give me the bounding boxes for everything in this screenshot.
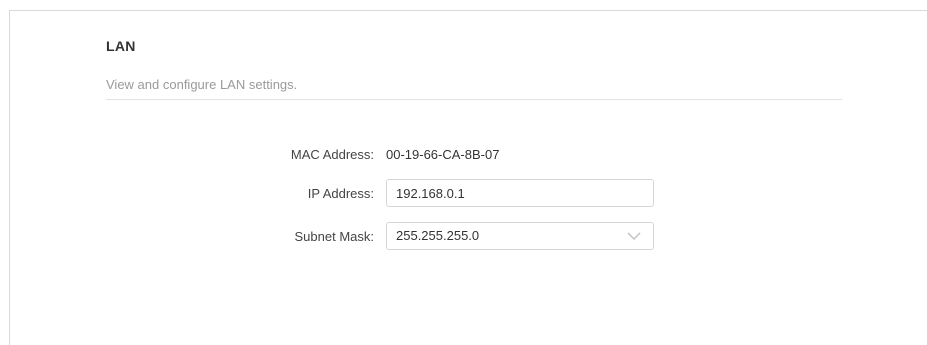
lan-panel: LAN View and configure LAN settings. MAC… (9, 10, 927, 345)
ip-address-label: IP Address: (307, 186, 374, 201)
ip-address-input[interactable] (386, 179, 654, 207)
section-title: LAN (106, 38, 136, 54)
mac-address-label: MAC Address: (290, 147, 374, 162)
ip-address-row: IP Address: (10, 179, 927, 209)
section-divider (106, 99, 842, 100)
subnet-mask-row: Subnet Mask: 255.255.255.0 (10, 222, 927, 252)
mac-address-value: 00-19-66-CA-8B-07 (386, 147, 500, 162)
mac-address-row: MAC Address: 00-19-66-CA-8B-07 (10, 140, 927, 170)
subnet-mask-value: 255.255.255.0 (396, 228, 480, 243)
subnet-mask-select[interactable]: 255.255.255.0 (386, 222, 654, 250)
section-description: View and configure LAN settings. (106, 77, 298, 92)
subnet-mask-label: Subnet Mask: (294, 229, 375, 244)
chevron-down-icon[interactable] (627, 231, 641, 241)
